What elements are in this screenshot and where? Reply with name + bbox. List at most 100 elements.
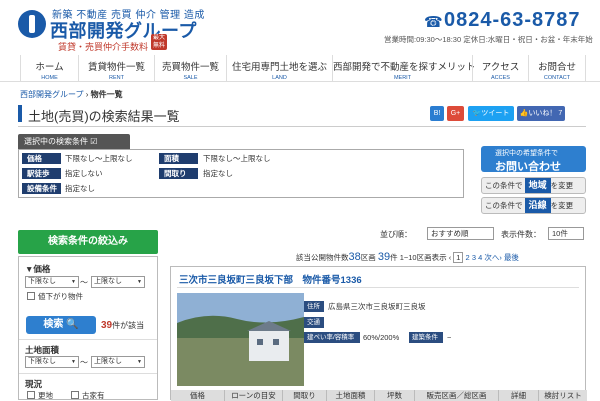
refine-search-panel: ▼価格 下限なし 〜 上限なし 値下がり物件 検索 🔍 39件が該当 土地面積 … bbox=[18, 256, 158, 400]
site-header: 新築 不動産 売買 仲介 管理 造成 西部開発グループ 賃貸・売買仲介手数料 最… bbox=[0, 0, 600, 52]
business-hours: 営業時間:09:30〜18:30 定休日:水曜日・祝日・お盆・年末年始 bbox=[384, 35, 593, 44]
divider bbox=[19, 339, 157, 340]
page-prev[interactable]: ‹ bbox=[449, 253, 452, 262]
per-page-select[interactable]: 10件 bbox=[548, 227, 584, 240]
nav-sublabel: RENT bbox=[109, 75, 124, 81]
count-suffix: 件 bbox=[390, 253, 398, 262]
walk-condition-value: 指定しない bbox=[65, 169, 103, 178]
checkbox-icon: ☑ bbox=[90, 137, 98, 146]
like-label: いいね！ 7 bbox=[528, 110, 563, 117]
nav-sublabel: HOME bbox=[41, 75, 58, 81]
old-house-label: 古家有 bbox=[82, 391, 105, 400]
company-logo-icon[interactable] bbox=[18, 10, 46, 38]
count-number-2: 39 bbox=[377, 251, 391, 263]
page-2[interactable]: 2 bbox=[466, 253, 470, 262]
nav-sublabel: SALE bbox=[183, 75, 198, 81]
page-3[interactable]: 3 bbox=[472, 253, 476, 262]
inquiry-line2: お問い合わせ bbox=[495, 161, 561, 173]
main-nav: ホーム HOME 賃貸物件一覧 RENT 売買物件一覧 SALE 住宅用専門土地を選ぶ… bbox=[0, 55, 600, 82]
status-filter-label: 現況 bbox=[25, 379, 43, 389]
search-label: 検索 bbox=[43, 319, 64, 330]
inquiry-button[interactable]: 選択中の希望条件で お問い合わせ bbox=[481, 146, 586, 173]
col-loan: ローンの目安 bbox=[225, 390, 283, 401]
change-line-highlight: 沿線 bbox=[524, 198, 551, 213]
vacant-land-checkbox[interactable] bbox=[27, 391, 35, 399]
build-condition-value: − bbox=[447, 333, 452, 342]
page-last[interactable]: 最後 bbox=[504, 253, 519, 262]
price-condition-value: 下限なし〜上限なし bbox=[65, 154, 133, 163]
property-title[interactable]: 三次市三良坂町三良坂下部 物件番号1336 bbox=[179, 272, 362, 286]
col-details: 詳細 bbox=[499, 390, 539, 401]
area-condition-value: 下限なし〜上限なし bbox=[203, 154, 271, 163]
build-condition-label: 建築条件 bbox=[409, 332, 443, 343]
facility-condition-value: 指定なし bbox=[65, 184, 95, 193]
price-max-select[interactable]: 上限なし bbox=[91, 276, 145, 288]
change-line-button[interactable]: この条件で 沿線 を変更 bbox=[481, 197, 586, 214]
nav-rent[interactable]: 賃貸物件一覧 RENT bbox=[78, 55, 154, 82]
search-result-count: 39件が該当 bbox=[101, 320, 144, 331]
inquiry-line1: 選択中の希望条件で bbox=[495, 150, 558, 157]
nav-land[interactable]: 住宅用専門土地を選ぶ LAND bbox=[226, 55, 332, 82]
property-photo-image bbox=[177, 293, 304, 386]
breadcrumb-current: 物件一覧 bbox=[90, 90, 123, 99]
col-layout: 間取り bbox=[283, 390, 327, 401]
search-button[interactable]: 検索 🔍 bbox=[26, 316, 96, 334]
building-ratio-label: 建ぺい率/容積率 bbox=[304, 332, 360, 343]
tweet-button[interactable]: 🐦ツイート bbox=[468, 106, 514, 121]
area-min-select[interactable]: 下限なし bbox=[25, 356, 79, 368]
nav-sale[interactable]: 売買物件一覧 SALE bbox=[154, 55, 226, 82]
col-land-area: 土地面積 bbox=[327, 390, 375, 401]
phone-icon: ☎ bbox=[424, 14, 443, 31]
price-drop-label: 値下がり物件 bbox=[38, 292, 83, 301]
nav-label: 売買物件一覧 bbox=[161, 62, 219, 73]
change-region-button[interactable]: この条件で 地域 を変更 bbox=[481, 177, 586, 194]
nav-access[interactable]: アクセス ACCES bbox=[472, 55, 528, 82]
breadcrumb-home[interactable]: 西部開発グループ bbox=[20, 90, 84, 99]
col-watchlist: 検討リスト bbox=[544, 391, 582, 400]
area-max-select[interactable]: 上限なし bbox=[91, 356, 145, 368]
sort-label: 並び順： bbox=[380, 230, 412, 239]
land-area-filter-label: 土地面積 bbox=[25, 345, 60, 355]
nav-label: 西部開発で不動産を探すメリット bbox=[333, 62, 476, 73]
price-drop-checkbox[interactable] bbox=[27, 292, 35, 300]
property-photo[interactable] bbox=[177, 293, 304, 386]
google-plus-button[interactable]: G+ bbox=[447, 106, 464, 121]
layout-condition-label: 間取り bbox=[159, 168, 198, 179]
hatena-bookmark-button[interactable]: B! bbox=[430, 106, 444, 121]
selected-conditions-label: 選択中の検索条件 bbox=[24, 137, 88, 146]
traffic-label: 交通 bbox=[304, 317, 324, 328]
per-page-label: 表示件数： bbox=[501, 230, 541, 239]
tweet-label: ツイート bbox=[481, 110, 510, 117]
nav-contact[interactable]: お問合せ CONTACT bbox=[528, 55, 586, 82]
divider bbox=[177, 287, 579, 288]
change-line-pre: この条件で bbox=[485, 201, 523, 210]
display-range: 1−10区画表示 bbox=[399, 253, 447, 262]
nav-label: 住宅用専門土地を選ぶ bbox=[231, 62, 327, 73]
col-tsubo: 坪数 bbox=[375, 390, 415, 401]
page-1[interactable]: 1 bbox=[453, 252, 464, 263]
nav-label: アクセス bbox=[481, 62, 520, 73]
col-lots: 販売区画／総区画 bbox=[415, 390, 499, 401]
count-number: 38 bbox=[348, 251, 361, 263]
phone-number[interactable]: 0824-63-8787 bbox=[444, 9, 581, 32]
property-table-header: 価格 ローンの目安 間取り 土地面積 坪数 販売区画／総区画 詳細 検討リスト bbox=[171, 390, 587, 401]
page-next[interactable]: 次へ› bbox=[484, 253, 502, 262]
price-condition-label: 価格 bbox=[22, 153, 61, 164]
search-icon: 🔍 bbox=[66, 319, 79, 330]
facebook-like-button[interactable]: 👍いいね！ 7 bbox=[517, 106, 565, 121]
price-min-select[interactable]: 下限なし bbox=[25, 276, 79, 288]
photo-window bbox=[273, 339, 279, 345]
nav-merit[interactable]: 西部開発で不動産を探すメリット MERIT bbox=[332, 55, 476, 82]
nav-sublabel: MERIT bbox=[393, 75, 412, 81]
address-value: 広島県三次市三良坂町三良坂 bbox=[328, 302, 426, 311]
title-accent bbox=[18, 105, 22, 122]
page-4[interactable]: 4 bbox=[478, 253, 482, 262]
divider bbox=[19, 373, 157, 374]
building-ratio-value: 60%/200% bbox=[363, 333, 400, 342]
sort-select[interactable]: おすすめ順 bbox=[427, 227, 494, 240]
address-label: 住所 bbox=[304, 301, 324, 312]
nav-label: 賃貸物件一覧 bbox=[87, 62, 145, 73]
old-house-checkbox[interactable] bbox=[71, 391, 79, 399]
col-price: 価格 bbox=[171, 390, 225, 401]
nav-home[interactable]: ホーム HOME bbox=[20, 55, 78, 82]
